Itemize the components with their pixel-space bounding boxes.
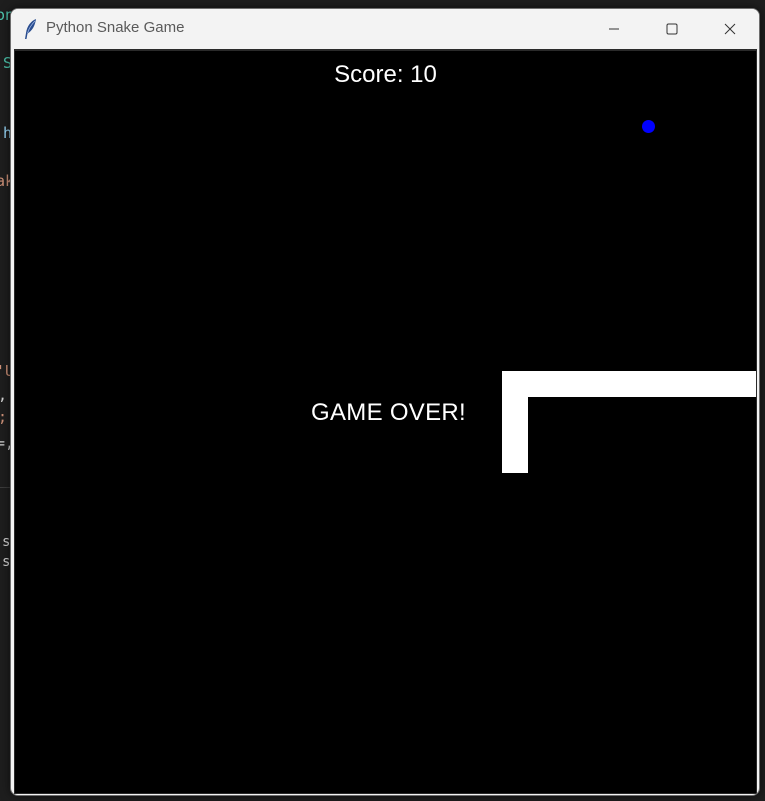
title-bar[interactable]: Python Snake Game	[11, 9, 759, 49]
close-icon	[724, 20, 736, 39]
minimize-icon	[608, 20, 620, 39]
score-label: Score: 10	[334, 61, 437, 88]
snake-segment	[502, 371, 756, 397]
background-code-fragment: ,	[0, 388, 7, 403]
food-dot	[642, 120, 655, 133]
game-canvas[interactable]: Score: 10 GAME OVER!	[14, 49, 757, 794]
maximize-icon	[666, 20, 678, 39]
game-over-text: GAME OVER!	[311, 399, 467, 426]
maximize-button[interactable]	[643, 9, 701, 49]
minimize-button[interactable]	[585, 9, 643, 49]
game-window: Python Snake Game Score: 10 GAME OVER!	[10, 8, 760, 796]
snake-segment	[502, 371, 528, 473]
background-code-fragment: ;	[0, 410, 7, 425]
window-title: Python Snake Game	[46, 19, 185, 36]
feather-icon	[23, 18, 39, 40]
close-button[interactable]	[701, 9, 759, 49]
